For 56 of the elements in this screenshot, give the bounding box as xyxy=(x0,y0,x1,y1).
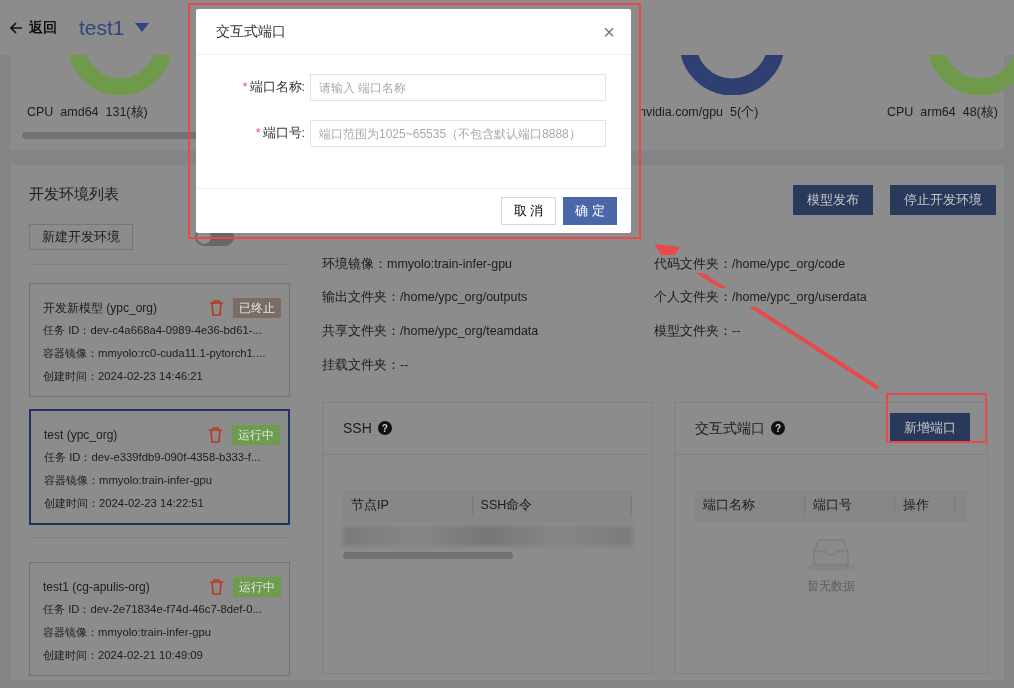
resource-label: CPU arm64 48(核) xyxy=(887,104,999,121)
environment-card[interactable]: test (ypc_org) 运行中 任务 ID：dev-e339fdb9-090f-4358-b333-f... 容器镜像：mmyolo:train-infer-gpu 创建时间：2024-02-23 14:22:51 xyxy=(29,409,290,526)
back-link[interactable]: 返回 xyxy=(10,17,57,38)
environment-card[interactable]: 开发新模型 (ypc_org) 已终止 任务 ID：dev-c4a668a4-0989-4e36-bd61-... 容器镜像：mmyolo:rc0-cuda11.1-pytorch1.... 创建时间：2024-02-23 14:46:21 xyxy=(29,283,290,398)
field-label: * 端口名称: xyxy=(241,79,306,97)
new-environment-button[interactable]: 新建开发环境 xyxy=(29,223,133,251)
environment-card[interactable]: test1 (cg-apulis-org) 运行中 任务 ID：dev-2e71834e-f74d-46c7-8def-0... 容器镜像：mmyolo:train-infer-gpu 创建时间：2024-02-21 10:49:09 xyxy=(29,562,290,677)
input-field[interactable]: 请输入 端口名称 xyxy=(310,74,606,101)
detail-text: 个人文件夹：/home/ypc_org/userdata xyxy=(654,288,867,307)
image-text: 容器镜像：mmyolo:train-infer-gpu xyxy=(43,625,211,641)
confirm-button[interactable]: 确 定 xyxy=(563,197,617,225)
close-button[interactable]: × xyxy=(603,21,615,42)
status-badge: 运行中 xyxy=(232,424,280,445)
image-text: 容器镜像：mmyolo:train-infer-gpu xyxy=(44,473,212,489)
detail-text: 代码文件夹：/home/ypc_org/code xyxy=(654,254,846,274)
task-id-text: 任务 ID：dev-c4a668a4-0989-4e36-bd61-... xyxy=(43,323,262,339)
action-button[interactable]: 停止开发环境 xyxy=(890,185,996,215)
field-label: * 端口号: xyxy=(254,125,306,143)
detail-text: 共享文件夹：/home/ypc_org/teamdata xyxy=(322,322,539,341)
status-badge: 已终止 xyxy=(233,297,281,318)
trash-icon[interactable] xyxy=(208,426,223,443)
column-header: 节点IP xyxy=(343,496,473,515)
caret-icon[interactable] xyxy=(134,23,149,32)
environment-name: test1 (cg-apulis-org) xyxy=(43,578,151,596)
trash-icon[interactable] xyxy=(209,578,224,595)
back-arrow-icon xyxy=(10,21,23,34)
column-header: 端口号 xyxy=(805,496,895,515)
created-time-text: 创建时间：2024-02-23 14:46:21 xyxy=(43,369,203,385)
created-time-text: 创建时间：2024-02-23 14:22:51 xyxy=(44,496,204,512)
column-header: 操作 xyxy=(895,496,955,515)
help-icon[interactable]: ? xyxy=(771,421,785,435)
card-title: SSH xyxy=(343,418,372,438)
task-id-text: 任务 ID：dev-e339fdb9-090f-4358-b333-f... xyxy=(44,450,261,466)
task-id-text: 任务 ID：dev-2e71834e-f74d-46c7-8def-0... xyxy=(43,602,262,618)
add-port-button[interactable]: 新增端口 xyxy=(890,413,970,443)
detail-text: 输出文件夹：/home/ypc_org/outputs xyxy=(322,288,528,307)
section-title: 开发环境列表 xyxy=(29,184,120,204)
page-title: test1 xyxy=(79,14,125,41)
environment-name: test (ypc_org) xyxy=(44,426,119,444)
modal-title: 交互式端口 xyxy=(216,22,286,41)
resource-label: CPU amd64 131(核) xyxy=(27,104,149,121)
input-field[interactable]: 端口范围为1025~65535（不包含默认端口8888） xyxy=(310,120,606,147)
created-time-text: 创建时间：2024-02-21 10:49:09 xyxy=(43,648,203,664)
status-badge: 运行中 xyxy=(233,576,281,597)
column-header: 端口名称 xyxy=(695,496,805,515)
help-icon[interactable]: ? xyxy=(377,421,392,435)
column-header: SSH命令 xyxy=(472,496,632,515)
resource-label: nvidia.com/gpu 5(个) xyxy=(639,104,760,121)
environment-name: 开发新模型 (ypc_org) xyxy=(43,299,159,317)
cancel-button[interactable]: 取 消 xyxy=(500,197,557,225)
image-text: 容器镜像：mmyolo:rc0-cuda11.1-pytorch1.... xyxy=(43,346,266,362)
detail-text: 环境镜像：mmyolo:train-infer-gpu xyxy=(322,254,513,274)
trash-icon[interactable] xyxy=(209,299,224,316)
scrollbar[interactable] xyxy=(343,551,513,559)
action-button[interactable]: 模型发布 xyxy=(793,185,873,215)
card-title: 交互式端口 xyxy=(695,418,765,438)
